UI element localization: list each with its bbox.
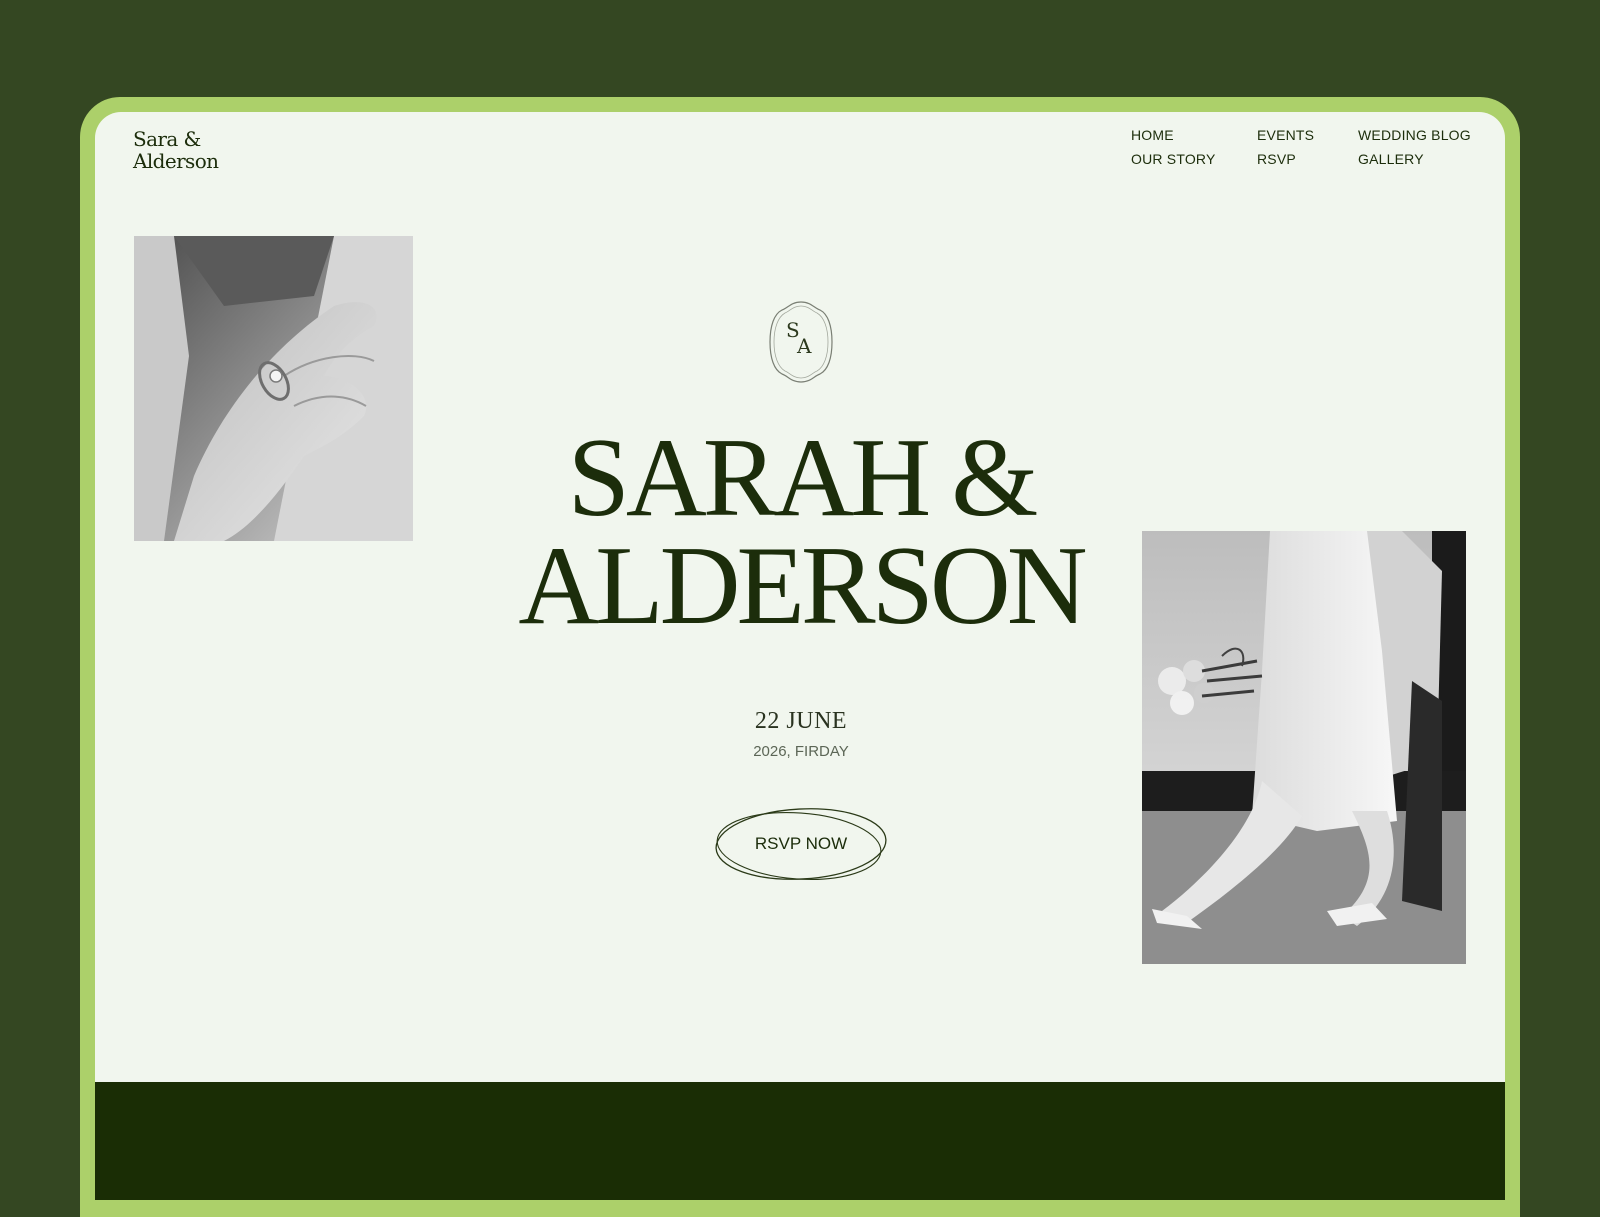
nav-gallery[interactable]: GALLERY: [1358, 151, 1471, 167]
nav-rsvp[interactable]: RSVP: [1257, 151, 1314, 167]
wedding-year-day: 2026, FIRDAY: [753, 743, 849, 760]
nav-events[interactable]: EVENTS: [1257, 127, 1314, 143]
monogram-letters: S A: [768, 300, 834, 384]
monogram-letter-a: A: [797, 334, 812, 358]
dark-footer-band: [95, 1082, 1505, 1200]
rsvp-now-label: RSVP NOW: [754, 834, 848, 853]
logo-line-1: Sara &: [133, 127, 201, 151]
nav-home[interactable]: HOME: [1131, 127, 1216, 143]
nav-our-story[interactable]: OUR STORY: [1131, 151, 1216, 167]
nav-column-3: WEDDING BLOG GALLERY: [1358, 127, 1471, 167]
ring-hand-photo: [134, 236, 413, 541]
bride-walking-photo: [1142, 531, 1466, 964]
nav-column-1: HOME OUR STORY: [1131, 127, 1216, 167]
hero-title: SARAH & ALDERSON: [395, 416, 1207, 648]
nav-wedding-blog[interactable]: WEDDING BLOG: [1358, 127, 1471, 143]
wedding-date: 22 JUNE: [754, 708, 848, 734]
logo-line-2: Alderson: [133, 149, 219, 173]
hero-title-line-2: ALDERSON: [518, 524, 1087, 648]
site-logo[interactable]: Sara & Alderson: [133, 127, 219, 173]
rsvp-now-button[interactable]: RSVP NOW: [713, 802, 889, 886]
monogram-crest: S A: [768, 300, 834, 384]
wedding-page: Sara & Alderson HOME OUR STORY EVENTS RS…: [95, 112, 1505, 1200]
nav-column-2: EVENTS RSVP: [1257, 127, 1314, 167]
hero-title-line-1: SARAH &: [567, 416, 1039, 540]
